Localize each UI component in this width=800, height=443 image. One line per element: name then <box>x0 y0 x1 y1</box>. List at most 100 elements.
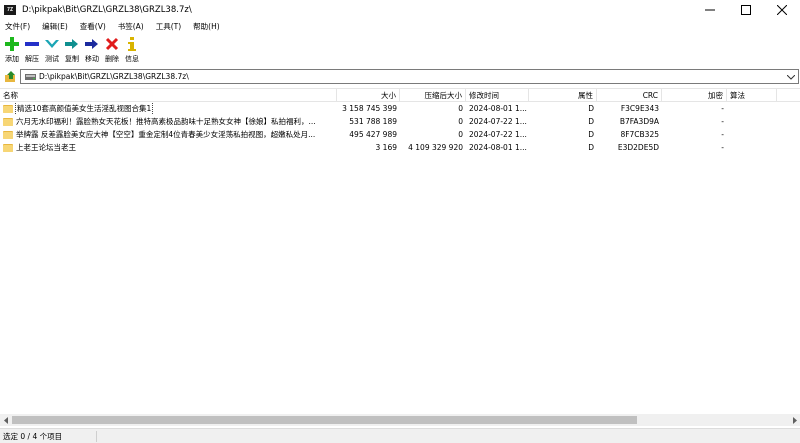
column-header-packed-size[interactable]: 压缩后大小 <box>400 89 466 102</box>
menu-bookmarks[interactable]: 书签(A) <box>112 20 150 34</box>
attributes-cell: D <box>588 104 594 113</box>
window-title: D:\pikpak\Bit\GRZL\GRZL38\GRZL38.7z\ <box>22 5 192 15</box>
crc-cell: E3D2DE5D <box>617 143 659 152</box>
minimize-icon <box>705 9 715 11</box>
address-bar: D:\pikpak\Bit\GRZL\GRZL38\GRZL38.7z\ <box>0 68 800 86</box>
column-header-encrypted[interactable]: 加密 <box>662 89 727 102</box>
table-row[interactable]: 精选10套高颜值美女生活淫乱视图合集1 3 158 745 399 0 2024… <box>0 102 800 115</box>
minimize-button[interactable] <box>692 0 728 20</box>
info-icon <box>124 36 140 52</box>
file-name: 精选10套高颜值美女生活淫乱视图合集1 <box>14 102 154 115</box>
selection-status: 选定 0 / 4 个项目 <box>3 432 63 441</box>
window-controls <box>692 0 800 20</box>
file-name: 举牌露 反差露脸美女应大神【空空】重金定制4位青春美少女淫荡私拍视图，超嫩私处月… <box>16 130 316 139</box>
size-cell: 3 169 <box>375 143 397 152</box>
packed-size-cell: 0 <box>458 117 463 126</box>
address-dropdown-button[interactable] <box>786 72 796 82</box>
name-cell: 上老王论坛当老王 <box>0 141 337 154</box>
column-header-name[interactable]: 名称 <box>0 89 337 102</box>
address-path: D:\pikpak\Bit\GRZL\GRZL38\GRZL38.7z\ <box>39 72 189 81</box>
chevron-down-icon <box>787 74 795 80</box>
app-window: 7Z D:\pikpak\Bit\GRZL\GRZL38\GRZL38.7z\ … <box>0 0 800 443</box>
method-cell <box>727 102 777 115</box>
menu-help[interactable]: 帮助(H) <box>187 20 226 34</box>
table-row[interactable]: 六月无水印福利！露脸熟女天花板！推特高素极品韵味十足熟女女神【徐娘】私拍福利，.… <box>0 115 800 128</box>
modified-cell: 2024-08-01 1... <box>469 104 527 113</box>
name-cell: 六月无水印福利！露脸熟女天花板！推特高素极品韵味十足熟女女神【徐娘】私拍福利，.… <box>0 115 337 128</box>
method-cell <box>727 128 777 141</box>
toolbar: 添加 解压 测试 复制 移动 删除 信息 <box>0 34 800 66</box>
column-header-attributes[interactable]: 属性 <box>529 89 597 102</box>
column-header-method[interactable]: 算法 <box>727 89 777 102</box>
maximize-icon <box>741 5 751 15</box>
column-header-crc[interactable]: CRC <box>597 89 662 102</box>
status-bar: 选定 0 / 4 个项目 <box>0 428 800 443</box>
encrypted-cell: - <box>721 130 724 139</box>
method-cell <box>727 115 777 128</box>
folder-up-icon <box>5 71 15 82</box>
menu-view[interactable]: 查看(V) <box>74 20 112 34</box>
file-name: 六月无水印福利！露脸熟女天花板！推特高素极品韵味十足熟女女神【徐娘】私拍福利，.… <box>16 117 316 126</box>
crc-cell: B7FA3D9A <box>619 117 659 126</box>
attributes-cell: D <box>588 143 594 152</box>
file-name: 上老王论坛当老王 <box>16 143 76 152</box>
name-cell: 举牌露 反差露脸美女应大神【空空】重金定制4位青春美少女淫荡私拍视图，超嫩私处月… <box>0 128 337 141</box>
folder-icon <box>3 130 13 139</box>
close-icon <box>777 5 787 15</box>
encrypted-cell: - <box>721 143 724 152</box>
scroll-left-button[interactable] <box>0 414 12 426</box>
extract-label: 解压 <box>25 55 39 63</box>
crc-cell: 8F7CB325 <box>620 130 659 139</box>
encrypted-cell: - <box>721 104 724 113</box>
folder-icon <box>3 104 13 113</box>
encrypted-cell: - <box>721 117 724 126</box>
attributes-cell: D <box>588 117 594 126</box>
size-cell: 531 788 189 <box>349 117 397 126</box>
add-label: 添加 <box>5 55 19 63</box>
list-header: 名称 大小 压缩后大小 修改时间 属性 CRC 加密 算法 <box>0 89 800 102</box>
scrollbar-thumb[interactable] <box>12 416 637 424</box>
test-button[interactable]: 测试 <box>42 34 62 66</box>
size-cell: 3 158 745 399 <box>342 104 397 113</box>
up-folder-button[interactable] <box>3 69 19 85</box>
maximize-button[interactable] <box>728 0 764 20</box>
extract-button[interactable]: 解压 <box>22 34 42 66</box>
modified-cell: 2024-07-22 1... <box>469 130 527 139</box>
copy-button[interactable]: 复制 <box>62 34 82 66</box>
app-icon: 7Z <box>4 5 16 15</box>
move-label: 移动 <box>85 55 99 63</box>
delete-button[interactable]: 删除 <box>102 34 122 66</box>
name-cell: 精选10套高颜值美女生活淫乱视图合集1 <box>0 102 337 115</box>
move-icon <box>84 36 100 52</box>
attributes-cell: D <box>588 130 594 139</box>
menu-tools[interactable]: 工具(T) <box>150 20 187 34</box>
move-button[interactable]: 移动 <box>82 34 102 66</box>
crc-cell: F3C9E343 <box>620 104 659 113</box>
menu-edit[interactable]: 编辑(E) <box>36 20 74 34</box>
menu-file[interactable]: 文件(F) <box>0 20 36 34</box>
delete-icon <box>104 36 120 52</box>
folder-icon <box>3 117 13 126</box>
column-header-modified[interactable]: 修改时间 <box>466 89 529 102</box>
title-bar: 7Z D:\pikpak\Bit\GRZL\GRZL38\GRZL38.7z\ <box>0 0 800 20</box>
table-row[interactable]: 举牌露 反差露脸美女应大神【空空】重金定制4位青春美少女淫荡私拍视图，超嫩私处月… <box>0 128 800 141</box>
file-list: 名称 大小 压缩后大小 修改时间 属性 CRC 加密 算法 精选10套高颜值美女… <box>0 88 800 414</box>
chevron-right-icon <box>792 416 797 424</box>
menu-bar: 文件(F) 编辑(E) 查看(V) 书签(A) 工具(T) 帮助(H) <box>0 20 800 34</box>
close-button[interactable] <box>764 0 800 20</box>
scroll-right-button[interactable] <box>788 414 800 426</box>
packed-size-cell: 4 109 329 920 <box>408 143 463 152</box>
test-icon <box>44 36 60 52</box>
delete-label: 删除 <box>105 55 119 63</box>
method-cell <box>727 141 777 154</box>
table-row[interactable]: 上老王论坛当老王 3 169 4 109 329 920 2024-08-01 … <box>0 141 800 154</box>
size-cell: 495 427 989 <box>349 130 397 139</box>
horizontal-scrollbar[interactable] <box>0 414 800 426</box>
column-header-size[interactable]: 大小 <box>337 89 400 102</box>
info-button[interactable]: 信息 <box>122 34 142 66</box>
drive-icon <box>24 71 36 83</box>
add-button[interactable]: 添加 <box>2 34 22 66</box>
folder-icon <box>3 143 13 152</box>
extract-icon <box>24 36 40 52</box>
address-field[interactable]: D:\pikpak\Bit\GRZL\GRZL38\GRZL38.7z\ <box>20 69 799 84</box>
